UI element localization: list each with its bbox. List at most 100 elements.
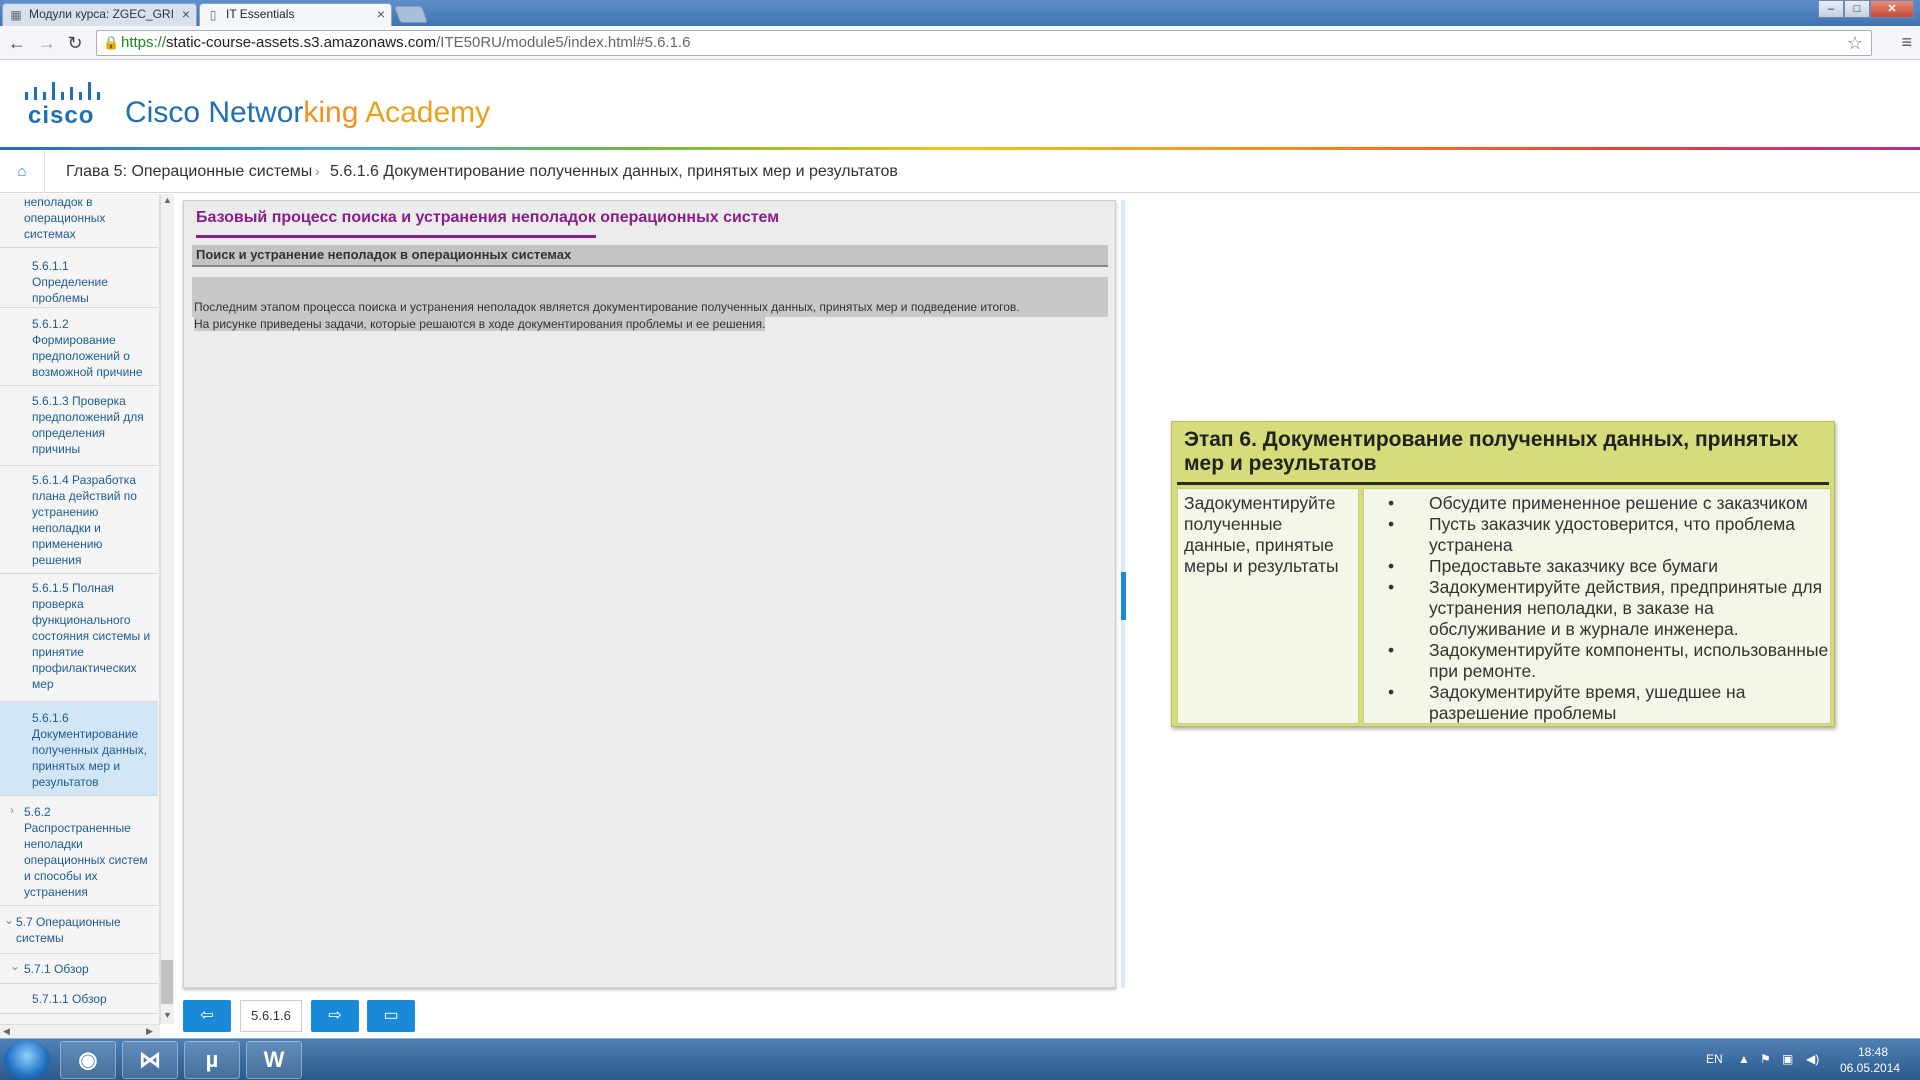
stage-6-figure: Этап 6. Документирование полученных данн… bbox=[1171, 421, 1835, 727]
reload-icon[interactable]: ↻ bbox=[64, 32, 86, 54]
browser-toolbar: ← → ↻ 🔒 https://static-course-assets.s3.… bbox=[0, 26, 1920, 60]
clock-date[interactable]: 06.05.2014 bbox=[1840, 1060, 1900, 1076]
breadcrumb: ⌂ Глава 5: Операционные системы › 5.6.1.… bbox=[0, 150, 1920, 193]
chevron-down-icon: ⌄ bbox=[4, 913, 15, 927]
academy-title: Cisco Networking Academy bbox=[125, 96, 490, 130]
sidebar-scrollbar-thumb[interactable] bbox=[161, 960, 173, 1004]
sidebar-item-label: 5.6.1.4 Разработка плана действий по уст… bbox=[32, 473, 137, 567]
network-icon[interactable]: ▣ bbox=[1782, 1051, 1793, 1067]
bullet-icon: • bbox=[1388, 514, 1395, 534]
sidebar-item-label: 5.7.1 Обзор bbox=[24, 962, 89, 976]
tab-it-essentials[interactable]: ▯ IT Essentials × bbox=[199, 3, 392, 26]
bullet-icon: • bbox=[1388, 493, 1395, 513]
sidebar-horizontal-scrollbar[interactable]: ◀ ▶ bbox=[0, 1024, 160, 1038]
back-icon[interactable]: ← bbox=[6, 32, 28, 54]
action-center-flag-icon[interactable]: ⚑ bbox=[1760, 1051, 1771, 1067]
sidebar-item-label: 5.6.2 Распространенные неполадки операци… bbox=[24, 805, 148, 899]
tab-course-modules[interactable]: ▦ Модули курса: ZGEC_GRI × bbox=[2, 3, 197, 26]
start-button[interactable] bbox=[4, 1040, 50, 1080]
sidebar-item-5-6-1-5[interactable]: 5.6.1.5 Полная проверка функционального … bbox=[0, 574, 158, 702]
minimize-button[interactable]: – bbox=[1818, 0, 1844, 18]
list-item: • Задокументируйте время, ушедшее на разр… bbox=[1388, 682, 1746, 723]
chevron-right-icon: › bbox=[315, 163, 320, 179]
tab-label: Модули курса: ZGEC_GRI bbox=[29, 7, 174, 21]
bullet-icon: • bbox=[1388, 640, 1395, 660]
sidebar-item-label: 5.6.1.1 Определение проблемы bbox=[32, 259, 108, 305]
toc-sidebar: неполадок в операционных системах 5.6.1.… bbox=[0, 194, 160, 1024]
url-scheme: https:// bbox=[121, 34, 167, 51]
language-indicator[interactable]: EN bbox=[1706, 1051, 1723, 1067]
stage-bullet-list: • Обсудите примененное решение с заказчик… bbox=[1364, 493, 1832, 724]
cisco-logo-bars-icon bbox=[25, 82, 100, 100]
home-icon[interactable]: ⌂ bbox=[0, 150, 45, 193]
scroll-down-icon[interactable]: ▼ bbox=[163, 1010, 172, 1020]
page-icon: ▯ bbox=[209, 8, 217, 22]
stage-left-cell: Задокументируйте полученные данные, прин… bbox=[1177, 488, 1359, 724]
content-title: Базовый процесс поиска и устранения непо… bbox=[196, 209, 780, 226]
content-subtitle: Поиск и устранение неполадок в операцион… bbox=[192, 245, 1108, 267]
sidebar-item-5-7[interactable]: ⌄ 5.7 Операционные системы bbox=[0, 906, 158, 954]
stage-title-rule bbox=[1177, 482, 1829, 485]
sidebar-item-label: 5.6.1.5 Полная проверка функционального … bbox=[32, 581, 151, 691]
sidebar-scrollbar[interactable] bbox=[160, 194, 174, 1024]
window-controls: – □ ✕ bbox=[1818, 0, 1914, 18]
new-tab-button[interactable] bbox=[393, 6, 429, 23]
show-hidden-icons[interactable]: ▲ bbox=[1738, 1051, 1750, 1067]
visual-studio-taskbar-icon[interactable]: ⋈ bbox=[122, 1041, 178, 1079]
list-item: • Обсудите примененное решение с заказчик… bbox=[1388, 493, 1808, 513]
sidebar-item-5-6-1-2[interactable]: 5.6.1.2 Формирование предположений о воз… bbox=[0, 308, 158, 386]
sidebar-item-5-6-1-4[interactable]: 5.6.1.4 Разработка плана действий по уст… bbox=[0, 466, 158, 574]
stage-right-cell: • Обсудите примененное решение с заказчик… bbox=[1363, 488, 1831, 724]
pane-divider-handle[interactable] bbox=[1121, 572, 1126, 620]
sidebar-item-5-7-1[interactable]: ⌄ 5.7.1 Обзор bbox=[0, 954, 158, 984]
stage-title: Этап 6. Документирование полученных данн… bbox=[1184, 428, 1799, 475]
sidebar-item-label: неполадок в операционных системах bbox=[24, 195, 106, 241]
list-item: • Пусть заказчик удостоверится, что пробл… bbox=[1388, 514, 1796, 555]
chevron-right-icon: › bbox=[10, 803, 14, 817]
address-bar[interactable]: 🔒 https://static-course-assets.s3.amazon… bbox=[96, 30, 1872, 56]
site-header: cisco Cisco Networking Academy bbox=[0, 60, 1920, 148]
sidebar-item-label: 5.7 Операционные системы bbox=[16, 915, 121, 945]
fullscreen-button[interactable]: ▭ bbox=[367, 1000, 415, 1032]
maximize-button[interactable]: □ bbox=[1844, 0, 1870, 18]
browser-tab-strip: ▦ Модули курса: ZGEC_GRI × ▯ IT Essentia… bbox=[0, 0, 1920, 26]
scroll-left-icon[interactable]: ◀ bbox=[3, 1026, 10, 1037]
sidebar-item-label: 5.6.1.2 Формирование предположений о воз… bbox=[32, 317, 143, 379]
utorrent-taskbar-icon[interactable]: µ bbox=[184, 1041, 240, 1079]
sidebar-item-5-6-1[interactable]: неполадок в операционных системах bbox=[0, 194, 158, 248]
content-paragraph: Последним этапом процесса поиска и устра… bbox=[194, 299, 1104, 333]
sidebar-item-5-7-1-1[interactable]: 5.7.1.1 Обзор bbox=[0, 984, 158, 1014]
browser-menu-icon[interactable]: ≡ bbox=[1901, 32, 1912, 53]
close-tab-icon[interactable]: × bbox=[377, 4, 385, 25]
word-taskbar-icon[interactable]: W bbox=[246, 1041, 302, 1079]
cisco-logo-word: cisco bbox=[28, 102, 95, 129]
forward-icon[interactable]: → bbox=[36, 32, 58, 54]
clock-time[interactable]: 18:48 bbox=[1858, 1044, 1888, 1060]
scroll-up-icon[interactable]: ▲ bbox=[163, 195, 172, 205]
page-icon: ▦ bbox=[10, 8, 22, 22]
list-item: • Предоставьте заказчику все бумаги bbox=[1388, 556, 1719, 576]
next-page-button[interactable]: ⇨ bbox=[311, 1000, 359, 1032]
bookmark-star-icon[interactable]: ☆ bbox=[1847, 31, 1863, 55]
chevron-down-icon: ⌄ bbox=[10, 959, 21, 973]
sidebar-item-5-6-2[interactable]: › 5.6.2 Распространенные неполадки опера… bbox=[0, 796, 158, 906]
sidebar-item-5-6-1-6[interactable]: 5.6.1.6 Документирование полученных данн… bbox=[0, 702, 158, 796]
page-number-field: 5.6.1.6 bbox=[240, 1000, 302, 1032]
sidebar-item-label: 5.6.1.3 Проверка предположений для опред… bbox=[32, 394, 144, 456]
title-part-3: Academy bbox=[365, 96, 491, 129]
close-tab-icon[interactable]: × bbox=[182, 4, 190, 25]
chrome-taskbar-icon[interactable]: ◉ bbox=[60, 1041, 116, 1079]
previous-page-button[interactable]: ⇦ bbox=[183, 1000, 231, 1032]
breadcrumb-section: 5.6.1.6 Документирование полученных данн… bbox=[330, 163, 898, 180]
content-panel: Базовый процесс поиска и устранения непо… bbox=[183, 200, 1116, 988]
window-close-button[interactable]: ✕ bbox=[1870, 0, 1914, 18]
sidebar-item-5-6-1-3[interactable]: 5.6.1.3 Проверка предположений для опред… bbox=[0, 386, 158, 466]
bullet-icon: • bbox=[1388, 682, 1395, 702]
sidebar-item-5-6-1-1[interactable]: 5.6.1.1 Определение проблемы bbox=[0, 248, 158, 308]
volume-icon[interactable]: ◀) bbox=[1806, 1051, 1819, 1067]
title-underline bbox=[196, 235, 596, 238]
scroll-right-icon[interactable]: ▶ bbox=[146, 1026, 153, 1037]
windows-taskbar: ◉ ⋈ µ W EN ▲ ⚑ ▣ ◀) 18:48 06.05.2014 bbox=[0, 1038, 1920, 1080]
bullet-icon: • bbox=[1388, 577, 1395, 597]
breadcrumb-chapter[interactable]: Глава 5: Операционные системы bbox=[66, 150, 312, 193]
